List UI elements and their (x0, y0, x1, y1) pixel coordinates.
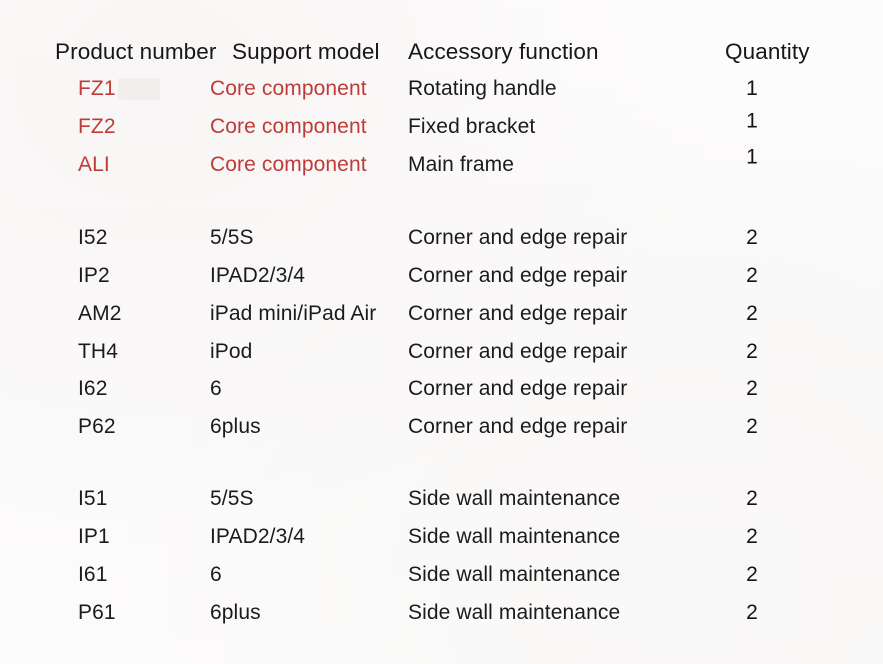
cell-support-model: 6 (210, 563, 222, 586)
cell-quantity: 2 (746, 302, 758, 325)
cell-support-model: 6 (210, 377, 222, 400)
column-header-product-number: Product number (55, 39, 217, 64)
cell-quantity: 1 (746, 77, 758, 100)
cell-quantity: 2 (746, 264, 758, 287)
cell-quantity: 1 (746, 109, 758, 133)
cell-quantity: 2 (746, 226, 758, 249)
cell-quantity: 2 (746, 601, 758, 624)
cell-support-model: iPad mini/iPad Air (210, 302, 377, 325)
cell-accessory-function: Side wall maintenance (408, 525, 621, 548)
cell-accessory-function: Corner and edge repair (408, 415, 628, 438)
cell-product-number: P62 (78, 415, 116, 438)
cell-product-number: IP2 (78, 264, 110, 287)
cell-product-number: AM2 (78, 302, 122, 325)
cell-accessory-function: Fixed bracket (408, 115, 536, 138)
cell-product-number: I52 (78, 226, 108, 249)
cell-quantity: 2 (746, 525, 758, 548)
cell-support-model: 6plus (210, 601, 261, 624)
cell-accessory-function: Corner and edge repair (408, 377, 628, 400)
cell-product-number: I61 (78, 563, 108, 586)
cell-accessory-function: Main frame (408, 153, 515, 176)
cell-quantity: 2 (746, 377, 758, 400)
cell-support-model: 6plus (210, 415, 261, 438)
cell-accessory-function: Corner and edge repair (408, 302, 628, 325)
cell-accessory-function: Corner and edge repair (408, 264, 628, 287)
cell-quantity: 2 (746, 415, 758, 438)
cell-accessory-function: Side wall maintenance (408, 487, 621, 510)
cell-accessory-function: Side wall maintenance (408, 563, 621, 586)
cell-accessory-function: Corner and edge repair (408, 340, 628, 363)
cell-support-model: 5/5S (210, 226, 254, 249)
cell-accessory-function: Side wall maintenance (408, 601, 621, 624)
column-header-accessory-function: Accessory function (408, 39, 599, 64)
column-header-quantity: Quantity (725, 39, 810, 64)
cell-support-model: Core component (210, 77, 367, 100)
cell-quantity: 2 (746, 563, 758, 586)
cell-product-number: I62 (78, 377, 108, 400)
cell-product-number: ALI (78, 153, 110, 176)
accessory-parts-table: Product number Support model Accessory f… (0, 0, 883, 664)
cell-product-number: FZ2 (78, 115, 116, 138)
cell-product-number: TH4 (78, 340, 118, 363)
cell-support-model: IPAD2/3/4 (210, 264, 306, 287)
cell-quantity: 2 (746, 487, 758, 510)
cell-product-number: FZ1 (78, 77, 116, 100)
cell-accessory-function: Rotating handle (408, 77, 557, 100)
cell-product-number: IP1 (78, 525, 110, 548)
cell-quantity: 2 (746, 340, 758, 363)
cell-product-number: P61 (78, 601, 116, 624)
cell-support-model: Core component (210, 153, 367, 176)
cell-quantity: 1 (746, 145, 758, 169)
cell-accessory-function: Corner and edge repair (408, 226, 628, 249)
cell-support-model: iPod (210, 340, 253, 363)
cell-support-model: Core component (210, 115, 367, 138)
column-header-support-model: Support model (232, 39, 380, 64)
cell-support-model: IPAD2/3/4 (210, 525, 306, 548)
cell-support-model: 5/5S (210, 487, 254, 510)
cell-product-number: I51 (78, 487, 108, 510)
